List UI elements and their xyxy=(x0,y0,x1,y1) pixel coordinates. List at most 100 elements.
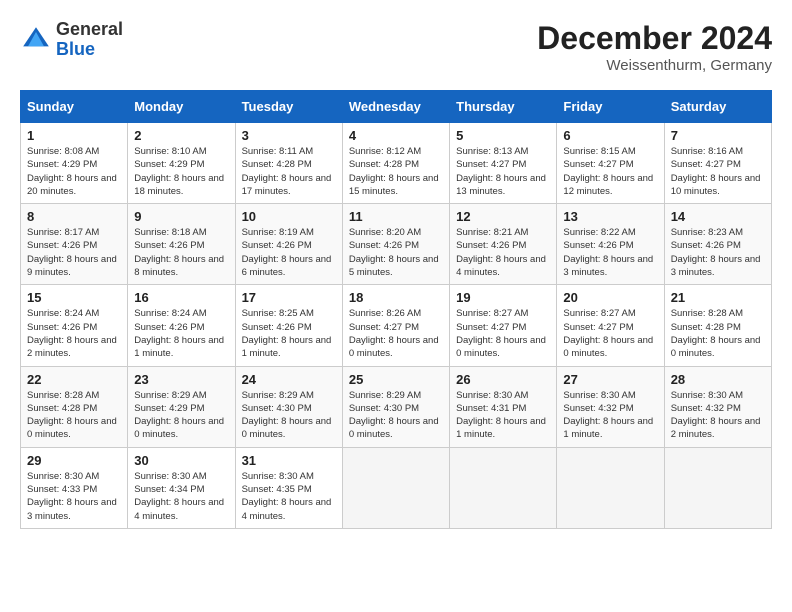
day-number: 3 xyxy=(242,128,336,143)
day-number: 28 xyxy=(671,372,765,387)
day-detail: Sunrise: 8:24 AMSunset: 4:26 PMDaylight:… xyxy=(27,307,121,360)
day-number: 27 xyxy=(563,372,657,387)
calendar-week-1: 1Sunrise: 8:08 AMSunset: 4:29 PMDaylight… xyxy=(21,123,772,204)
location-subtitle: Weissenthurm, Germany xyxy=(537,57,772,74)
logo-text: General Blue xyxy=(56,20,123,60)
logo-icon xyxy=(20,24,52,56)
calendar-cell: 12Sunrise: 8:21 AMSunset: 4:26 PMDayligh… xyxy=(450,204,557,285)
day-detail: Sunrise: 8:23 AMSunset: 4:26 PMDaylight:… xyxy=(671,226,765,279)
day-detail: Sunrise: 8:28 AMSunset: 4:28 PMDaylight:… xyxy=(27,389,121,442)
calendar-cell: 17Sunrise: 8:25 AMSunset: 4:26 PMDayligh… xyxy=(235,285,342,366)
day-number: 11 xyxy=(349,209,443,224)
calendar-cell: 30 Sunrise: 8:30 AMSunset: 4:34 PMDayligh… xyxy=(128,447,235,528)
calendar-cell: 2 Sunrise: 8:10 AMSunset: 4:29 PMDaylight… xyxy=(128,123,235,204)
day-detail: Sunrise: 8:28 AMSunset: 4:28 PMDaylight:… xyxy=(671,307,765,360)
day-detail: Sunrise: 8:29 AMSunset: 4:29 PMDaylight:… xyxy=(134,389,228,442)
calendar-cell: 11Sunrise: 8:20 AMSunset: 4:26 PMDayligh… xyxy=(342,204,449,285)
calendar-week-5: 29Sunrise: 8:30 AMSunset: 4:33 PMDayligh… xyxy=(21,447,772,528)
day-number: 13 xyxy=(563,209,657,224)
day-detail: Sunrise: 8:11 AMSunset: 4:28 PMDaylight:… xyxy=(242,145,336,198)
calendar-cell: 15 Sunrise: 8:24 AMSunset: 4:26 PMDayligh… xyxy=(21,285,128,366)
calendar-cell: 4 Sunrise: 8:12 AMSunset: 4:28 PMDaylight… xyxy=(342,123,449,204)
calendar-cell: 31 Sunrise: 8:30 AMSunset: 4:35 PMDayligh… xyxy=(235,447,342,528)
calendar-cell: 3 Sunrise: 8:11 AMSunset: 4:28 PMDaylight… xyxy=(235,123,342,204)
calendar-cell: 25 Sunrise: 8:29 AMSunset: 4:30 PMDayligh… xyxy=(342,366,449,447)
weekday-header-tuesday: Tuesday xyxy=(235,91,342,123)
day-number: 26 xyxy=(456,372,550,387)
calendar-cell: 16 Sunrise: 8:24 AMSunset: 4:26 PMDayligh… xyxy=(128,285,235,366)
weekday-header-friday: Friday xyxy=(557,91,664,123)
day-number: 5 xyxy=(456,128,550,143)
calendar-cell: 19 Sunrise: 8:27 AMSunset: 4:27 PMDayligh… xyxy=(450,285,557,366)
day-detail: Sunrise: 8:27 AMSunset: 4:27 PMDaylight:… xyxy=(456,307,550,360)
day-detail: Sunrise: 8:27 AMSunset: 4:27 PMDaylight:… xyxy=(563,307,657,360)
day-number: 22 xyxy=(27,372,121,387)
weekday-header-saturday: Saturday xyxy=(664,91,771,123)
day-detail: Sunrise: 8:22 AMSunset: 4:26 PMDaylight:… xyxy=(563,226,657,279)
day-number: 21 xyxy=(671,290,765,305)
day-number: 25 xyxy=(349,372,443,387)
page-header: General Blue December 2024 Weissenthurm,… xyxy=(20,20,772,74)
calendar-cell: 6Sunrise: 8:15 AMSunset: 4:27 PMDaylight… xyxy=(557,123,664,204)
day-number: 12 xyxy=(456,209,550,224)
day-detail: Sunrise: 8:30 AMSunset: 4:34 PMDaylight:… xyxy=(134,470,228,523)
day-number: 2 xyxy=(134,128,228,143)
calendar-cell: 18 Sunrise: 8:26 AMSunset: 4:27 PMDayligh… xyxy=(342,285,449,366)
calendar-cell: 23 Sunrise: 8:29 AMSunset: 4:29 PMDayligh… xyxy=(128,366,235,447)
day-number: 31 xyxy=(242,453,336,468)
calendar-cell: 26Sunrise: 8:30 AMSunset: 4:31 PMDayligh… xyxy=(450,366,557,447)
day-detail: Sunrise: 8:08 AMSunset: 4:29 PMDaylight:… xyxy=(27,145,121,198)
day-number: 7 xyxy=(671,128,765,143)
logo-general: General xyxy=(56,19,123,39)
calendar-cell: 22 Sunrise: 8:28 AMSunset: 4:28 PMDayligh… xyxy=(21,366,128,447)
day-number: 15 xyxy=(27,290,121,305)
day-number: 20 xyxy=(563,290,657,305)
calendar-header-row: SundayMondayTuesdayWednesdayThursdayFrid… xyxy=(21,91,772,123)
calendar-cell xyxy=(342,447,449,528)
day-number: 19 xyxy=(456,290,550,305)
day-detail: Sunrise: 8:24 AMSunset: 4:26 PMDaylight:… xyxy=(134,307,228,360)
calendar-cell: 7Sunrise: 8:16 AMSunset: 4:27 PMDaylight… xyxy=(664,123,771,204)
title-area: December 2024 Weissenthurm, Germany xyxy=(537,20,772,74)
calendar-cell xyxy=(664,447,771,528)
day-detail: Sunrise: 8:30 AMSunset: 4:35 PMDaylight:… xyxy=(242,470,336,523)
day-detail: Sunrise: 8:26 AMSunset: 4:27 PMDaylight:… xyxy=(349,307,443,360)
calendar-cell: 8Sunrise: 8:17 AMSunset: 4:26 PMDaylight… xyxy=(21,204,128,285)
weekday-header-sunday: Sunday xyxy=(21,91,128,123)
calendar-week-2: 8Sunrise: 8:17 AMSunset: 4:26 PMDaylight… xyxy=(21,204,772,285)
day-number: 16 xyxy=(134,290,228,305)
day-detail: Sunrise: 8:29 AMSunset: 4:30 PMDaylight:… xyxy=(349,389,443,442)
day-detail: Sunrise: 8:17 AMSunset: 4:26 PMDaylight:… xyxy=(27,226,121,279)
day-number: 9 xyxy=(134,209,228,224)
weekday-header-monday: Monday xyxy=(128,91,235,123)
calendar-cell: 9Sunrise: 8:18 AMSunset: 4:26 PMDaylight… xyxy=(128,204,235,285)
calendar-cell: 28Sunrise: 8:30 AMSunset: 4:32 PMDayligh… xyxy=(664,366,771,447)
calendar-cell: 20 Sunrise: 8:27 AMSunset: 4:27 PMDayligh… xyxy=(557,285,664,366)
day-detail: Sunrise: 8:30 AMSunset: 4:32 PMDaylight:… xyxy=(563,389,657,442)
logo: General Blue xyxy=(20,20,123,60)
day-detail: Sunrise: 8:12 AMSunset: 4:28 PMDaylight:… xyxy=(349,145,443,198)
calendar-cell: 1Sunrise: 8:08 AMSunset: 4:29 PMDaylight… xyxy=(21,123,128,204)
day-detail: Sunrise: 8:19 AMSunset: 4:26 PMDaylight:… xyxy=(242,226,336,279)
day-number: 10 xyxy=(242,209,336,224)
calendar-cell xyxy=(557,447,664,528)
day-detail: Sunrise: 8:10 AMSunset: 4:29 PMDaylight:… xyxy=(134,145,228,198)
day-number: 14 xyxy=(671,209,765,224)
day-number: 29 xyxy=(27,453,121,468)
weekday-header-thursday: Thursday xyxy=(450,91,557,123)
calendar-cell: 14 Sunrise: 8:23 AMSunset: 4:26 PMDayligh… xyxy=(664,204,771,285)
day-number: 17 xyxy=(242,290,336,305)
logo-blue: Blue xyxy=(56,39,95,59)
calendar-cell: 5 Sunrise: 8:13 AMSunset: 4:27 PMDaylight… xyxy=(450,123,557,204)
day-detail: Sunrise: 8:13 AMSunset: 4:27 PMDaylight:… xyxy=(456,145,550,198)
calendar-week-3: 15 Sunrise: 8:24 AMSunset: 4:26 PMDayligh… xyxy=(21,285,772,366)
day-number: 4 xyxy=(349,128,443,143)
calendar-cell: 21 Sunrise: 8:28 AMSunset: 4:28 PMDayligh… xyxy=(664,285,771,366)
day-number: 30 xyxy=(134,453,228,468)
calendar-cell: 24Sunrise: 8:29 AMSunset: 4:30 PMDayligh… xyxy=(235,366,342,447)
day-number: 24 xyxy=(242,372,336,387)
day-number: 23 xyxy=(134,372,228,387)
calendar-cell: 10 Sunrise: 8:19 AMSunset: 4:26 PMDayligh… xyxy=(235,204,342,285)
calendar-cell: 27 Sunrise: 8:30 AMSunset: 4:32 PMDayligh… xyxy=(557,366,664,447)
day-number: 18 xyxy=(349,290,443,305)
